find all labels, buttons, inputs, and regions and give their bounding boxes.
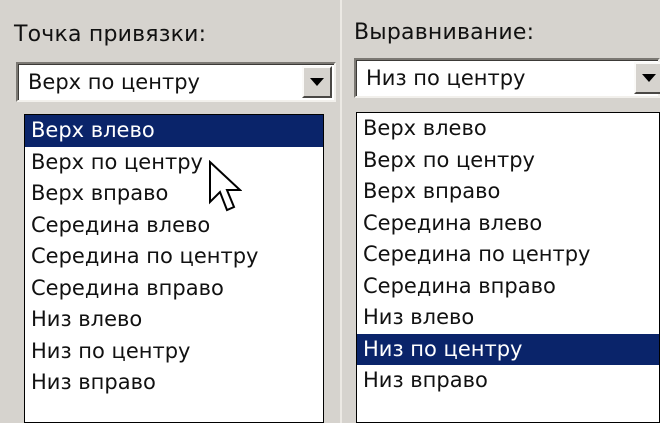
list-option[interactable]: Верх по центру xyxy=(25,147,323,179)
alignment-dropdown-button[interactable] xyxy=(634,62,660,94)
anchor-point-panel: Точка привязки: Верх по центру Верх влев… xyxy=(0,0,340,423)
list-option[interactable]: Середина вправо xyxy=(25,273,323,305)
list-option[interactable]: Середина влево xyxy=(25,210,323,242)
list-option[interactable]: Низ влево xyxy=(25,304,323,336)
list-option[interactable]: Низ вправо xyxy=(357,365,659,397)
alignment-combobox[interactable]: Низ по центру xyxy=(354,58,660,98)
list-option[interactable]: Низ по центру xyxy=(25,336,323,368)
anchor-point-dropdown-button[interactable] xyxy=(302,66,332,98)
chevron-down-icon xyxy=(310,78,324,86)
mouse-pointer-icon xyxy=(209,160,242,212)
list-option[interactable]: Низ влево xyxy=(357,302,659,334)
list-option[interactable]: Середина влево xyxy=(357,208,659,240)
list-option[interactable]: Середина по центру xyxy=(357,239,659,271)
list-option[interactable]: Низ вправо xyxy=(25,367,323,399)
anchor-point-combobox[interactable]: Верх по центру xyxy=(16,62,336,102)
list-option[interactable]: Низ по центру xyxy=(357,333,659,365)
alignment-selected-value: Низ по центру xyxy=(366,66,526,90)
list-option[interactable]: Середина вправо xyxy=(357,271,659,303)
alignment-label: Выравнивание: xyxy=(354,20,535,45)
anchor-point-options-list[interactable]: Верх влево Верх по центру Верх вправо Серед… xyxy=(24,114,324,423)
anchor-point-selected-value: Верх по центру xyxy=(28,70,200,94)
list-option[interactable]: Верх влево xyxy=(25,115,323,147)
list-option[interactable]: Верх вправо xyxy=(357,176,659,208)
list-option[interactable]: Середина по центру xyxy=(25,241,323,273)
alignment-options-list[interactable]: Верх влево Верх по центру Верх вправо Серед… xyxy=(356,112,660,423)
alignment-panel: Выравнивание: Низ по центру Верх влево Ве… xyxy=(342,0,660,423)
list-option[interactable]: Верх вправо xyxy=(25,178,323,210)
list-option[interactable]: Верх по центру xyxy=(357,145,659,177)
chevron-down-icon xyxy=(642,74,656,82)
list-option[interactable]: Верх влево xyxy=(357,113,659,145)
anchor-point-label: Точка привязки: xyxy=(14,22,207,47)
